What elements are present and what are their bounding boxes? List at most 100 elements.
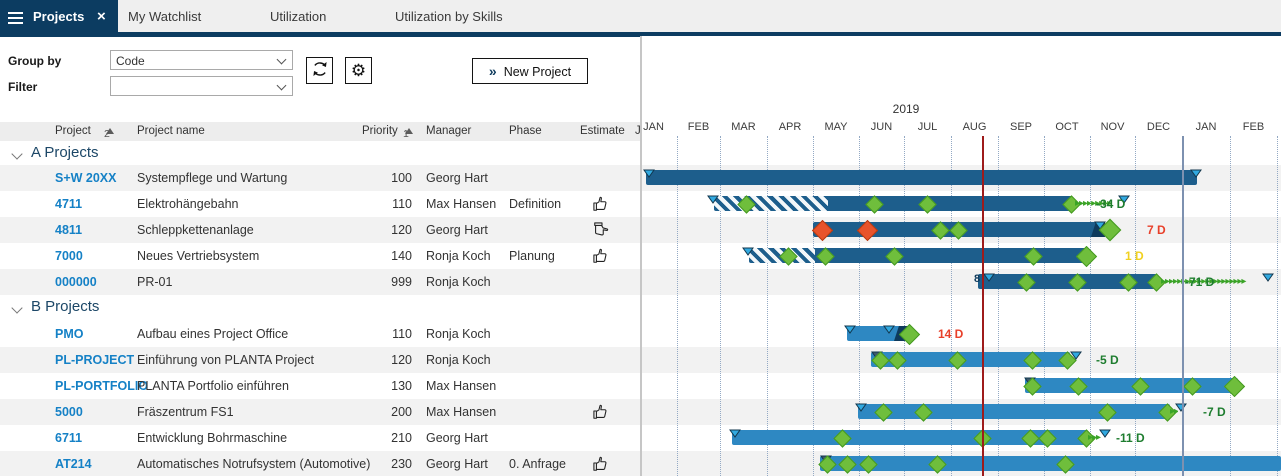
delay-label: 1 D	[1125, 249, 1144, 263]
schedule-marker-icon	[855, 403, 867, 412]
delay-label: -7 D	[1203, 405, 1226, 419]
project-priority: 130	[330, 379, 412, 393]
gantt-bar[interactable]	[646, 170, 1197, 185]
schedule-marker-icon	[883, 325, 895, 334]
project-name: PLANTA Portfolio einführen	[137, 379, 289, 393]
group-row[interactable]: A Projects	[0, 141, 640, 165]
thumb-up-icon	[591, 402, 611, 422]
schedule-marker-icon	[1262, 273, 1274, 282]
project-priority: 230	[330, 457, 412, 471]
month-gridline	[1230, 136, 1231, 476]
gantt-bar[interactable]	[820, 456, 1281, 471]
table-row[interactable]: S+W 20XX Systempflege und Wartung 100 Ge…	[0, 165, 640, 191]
project-manager: Georg Hart	[426, 457, 488, 471]
app-root: Projects × My Watchlist Utilization Util…	[0, 0, 1281, 476]
group-row[interactable]: B Projects	[0, 295, 640, 321]
table-row[interactable]: 4711 Elektrohängebahn 110 Max Hansen Def…	[0, 191, 640, 217]
sort-badge-project: 2	[104, 125, 114, 137]
group-label: B Projects	[31, 298, 99, 315]
delay-label: -34 D	[1096, 197, 1125, 211]
sort-badge-priority: 1	[403, 125, 413, 137]
table-row[interactable]: 000000 PR-01 999 Ronja Koch	[0, 269, 640, 295]
timescale-month: JAN	[642, 121, 668, 133]
project-manager: Georg Hart	[426, 223, 488, 237]
timescale-month: FEB	[685, 121, 713, 133]
table-row[interactable]: PMO Aufbau eines Project Office 110 Ronj…	[0, 321, 640, 347]
gantt-chart: 2019 JANFEBMARAPRMAYJUNJULAUGSEPOCTNOVDE…	[642, 36, 1281, 476]
project-manager: Ronja Koch	[426, 327, 491, 341]
project-manager: Max Hansen	[426, 197, 496, 211]
project-priority: 110	[330, 197, 412, 211]
project-name: Entwicklung Bohrmaschine	[137, 431, 287, 445]
table-row[interactable]: 6711 Entwicklung Bohrmaschine 210 Georg …	[0, 425, 640, 451]
month-gridline	[677, 136, 678, 476]
project-id-link[interactable]: 4711	[55, 197, 82, 211]
chevron-down-icon	[11, 302, 22, 313]
project-id-link[interactable]: 7000	[55, 249, 83, 263]
timescale-month: JUL	[914, 121, 942, 133]
col-phase[interactable]: Phase	[509, 125, 542, 137]
project-manager: Ronja Koch	[426, 275, 491, 289]
timescale-month: JUN	[868, 121, 896, 133]
table-row[interactable]: PL-PROJECT Einführung von PLANTA Project…	[0, 347, 640, 373]
month-gridline	[1277, 136, 1278, 476]
schedule-marker-icon	[844, 325, 856, 334]
project-table: Project 2 Project name Priority 1 Manage…	[0, 0, 640, 476]
project-name: PR-01	[137, 275, 172, 289]
month-gridline	[813, 136, 814, 476]
estimate-cell	[591, 402, 611, 422]
schedule-marker-icon	[643, 169, 655, 178]
gantt-bar[interactable]	[858, 404, 1170, 419]
estimate-cell	[591, 272, 611, 292]
estimate-cell	[591, 220, 611, 240]
schedule-marker-icon	[707, 195, 719, 204]
table-row[interactable]: 5000 Fräszentrum FS1 200 Max Hansen	[0, 399, 640, 425]
project-id-link[interactable]: PMO	[55, 327, 83, 341]
estimate-cell	[591, 376, 611, 396]
project-id-link[interactable]: 4811	[55, 223, 82, 237]
project-id-link[interactable]: S+W 20XX	[55, 171, 117, 185]
timescale-month: AUG	[961, 121, 989, 133]
project-phase: Planung	[509, 249, 555, 263]
project-manager: Max Hansen	[426, 405, 496, 419]
project-id-link[interactable]: 6711	[55, 431, 82, 445]
constraint-marker: 8	[974, 273, 980, 285]
project-name: Schleppkettenanlage	[137, 223, 254, 237]
project-id-link[interactable]: PL-PORTFOLIO	[55, 379, 148, 393]
thumb-up-icon	[591, 454, 611, 474]
table-header: Project 2 Project name Priority 1 Manage…	[0, 122, 640, 141]
project-name: Elektrohängebahn	[137, 197, 238, 211]
table-row[interactable]: PL-PORTFOLIO PLANTA Portfolio einführen …	[0, 373, 640, 399]
table-row[interactable]: 7000 Neues Vertriebsystem 140 Ronja Koch…	[0, 243, 640, 269]
project-id-link[interactable]: AT214	[55, 457, 92, 471]
table-row[interactable]: 4811 Schleppkettenanlage 120 Georg Hart	[0, 217, 640, 243]
timescale-year: 2019	[892, 102, 920, 116]
col-manager[interactable]: Manager	[426, 125, 471, 137]
estimate-cell	[591, 428, 611, 448]
project-id-link[interactable]: 000000	[55, 275, 97, 289]
estimate-cell	[591, 194, 611, 214]
schedule-marker-icon	[1070, 351, 1082, 360]
col-project[interactable]: Project	[55, 125, 91, 137]
project-priority: 120	[330, 353, 412, 367]
today-line	[982, 136, 984, 476]
month-gridline	[1044, 136, 1045, 476]
estimate-cell	[591, 324, 611, 344]
project-priority: 999	[330, 275, 412, 289]
project-name: Aufbau eines Project Office	[137, 327, 288, 341]
project-phase: Definition	[509, 197, 561, 211]
month-gridline	[720, 136, 721, 476]
project-manager: Georg Hart	[426, 171, 488, 185]
table-row[interactable]: AT214 Automatisches Notrufsystem (Automo…	[0, 451, 640, 476]
project-manager: Georg Hart	[426, 431, 488, 445]
project-id-link[interactable]: 5000	[55, 405, 83, 419]
month-gridline	[998, 136, 999, 476]
project-priority: 110	[330, 327, 412, 341]
col-priority[interactable]: Priority	[362, 125, 398, 137]
project-id-link[interactable]: PL-PROJECT	[55, 353, 134, 367]
col-estimate[interactable]: Estimate	[580, 125, 625, 137]
chevron-down-icon	[11, 148, 22, 159]
project-priority: 100	[330, 171, 412, 185]
col-project-name[interactable]: Project name	[137, 125, 205, 137]
month-gridline	[1090, 136, 1091, 476]
